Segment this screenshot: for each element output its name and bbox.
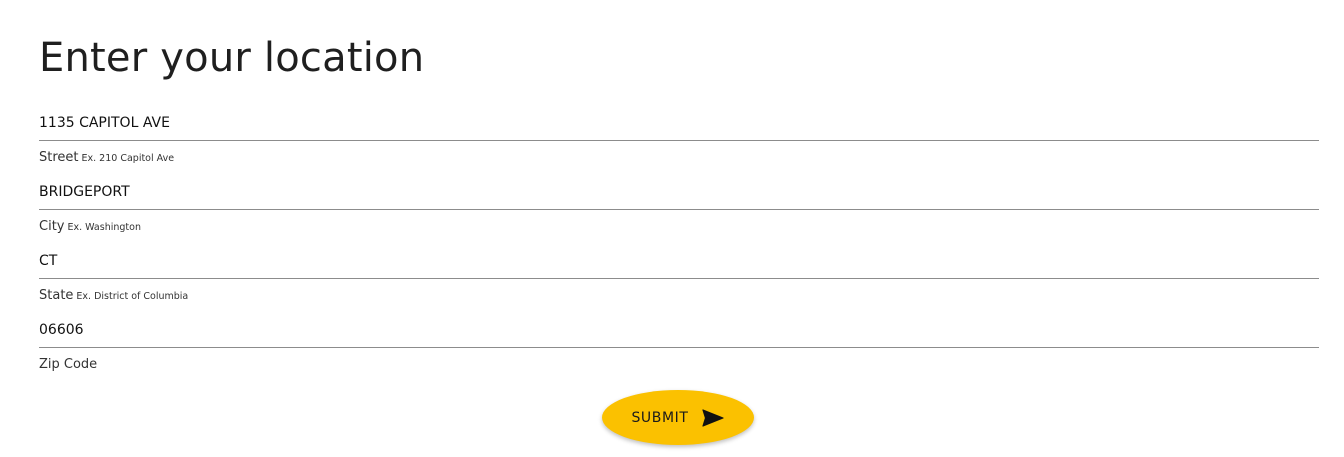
street-label: Street Ex. 210 Capitol Ave xyxy=(39,150,174,165)
state-hint: Ex. District of Columbia xyxy=(76,291,189,302)
zip-code-label: Zip Code xyxy=(39,357,97,372)
street-hint: Ex. 210 Capitol Ave xyxy=(81,153,175,164)
state-input[interactable] xyxy=(39,244,1319,279)
state-field-group: StateEx. District of Columbia xyxy=(39,244,1319,313)
location-form-page: Enter your location StreetEx. 210 Capito… xyxy=(0,0,1344,457)
city-hint: Ex. Washington xyxy=(67,222,141,233)
zip-code-input[interactable] xyxy=(39,313,1319,348)
city-label: City Ex. Washington xyxy=(39,219,141,234)
page-title: Enter your location xyxy=(39,35,425,81)
street-input[interactable] xyxy=(39,106,1319,141)
city-input[interactable] xyxy=(39,175,1319,210)
state-label: State Ex. District of Columbia xyxy=(39,288,188,303)
city-field-group: CityEx. Washington xyxy=(39,175,1319,244)
city-label-text: City xyxy=(39,219,65,234)
submit-button[interactable]: SUBMIT xyxy=(602,390,754,445)
zip-code-label-text: Zip Code xyxy=(39,357,98,372)
street-field-group: StreetEx. 210 Capitol Ave xyxy=(39,106,1319,175)
send-icon xyxy=(701,408,725,428)
street-label-text: Street xyxy=(39,150,79,165)
submit-label: SUBMIT xyxy=(631,409,689,426)
zip-field-group: Zip Code xyxy=(39,313,1319,382)
state-label-text: State xyxy=(39,288,74,303)
